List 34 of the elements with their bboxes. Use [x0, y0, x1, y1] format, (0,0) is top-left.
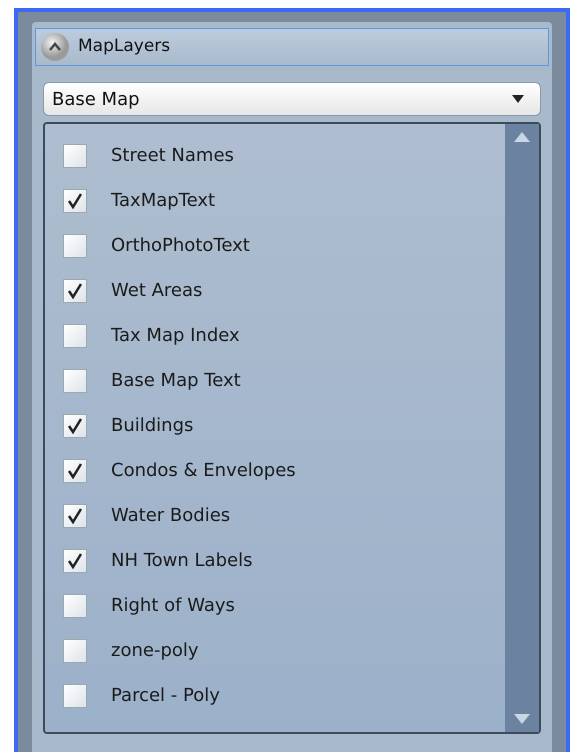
layer-label: Condos & Envelopes [111, 459, 296, 483]
checkbox[interactable] [63, 684, 87, 708]
layer-label: Tax Map Index [111, 324, 240, 348]
collapse-icon[interactable] [40, 32, 70, 62]
checkbox[interactable] [63, 414, 87, 438]
checkbox[interactable] [63, 324, 87, 348]
layer-label: Street Names [111, 144, 234, 168]
layer-label: Base Map Text [111, 369, 241, 393]
checkbox[interactable] [63, 638, 87, 662]
layer-label: Wet Areas [111, 279, 202, 303]
panel-header[interactable]: MapLayers [35, 28, 549, 66]
layer-label: Buildings [111, 414, 194, 438]
scrollbar[interactable] [505, 124, 539, 732]
checkbox[interactable] [63, 458, 87, 482]
layer-label: NH Town Labels [111, 549, 252, 573]
panel-title: MapLayers [78, 35, 170, 58]
layer-label: zone-poly [111, 639, 199, 663]
layer-dropdown[interactable]: Base Map [43, 82, 541, 116]
checkbox[interactable] [63, 234, 87, 258]
checkbox[interactable] [63, 548, 87, 572]
layer-label: OrthoPhotoText [111, 234, 250, 258]
layer-label: TaxMapText [111, 189, 216, 213]
checkbox[interactable] [63, 144, 87, 168]
checkbox[interactable] [63, 278, 87, 302]
checkbox[interactable] [63, 188, 87, 212]
layer-label: Parcel - Poly [111, 684, 220, 708]
scroll-up-icon[interactable] [514, 132, 530, 142]
checkbox[interactable] [63, 504, 87, 528]
checkbox[interactable] [63, 594, 87, 618]
scroll-down-icon[interactable] [514, 714, 530, 724]
layer-label: Water Bodies [111, 504, 230, 528]
dropdown-arrow-icon [512, 94, 524, 104]
checkbox[interactable] [63, 368, 87, 392]
layer-label: Right of Ways [111, 594, 235, 618]
